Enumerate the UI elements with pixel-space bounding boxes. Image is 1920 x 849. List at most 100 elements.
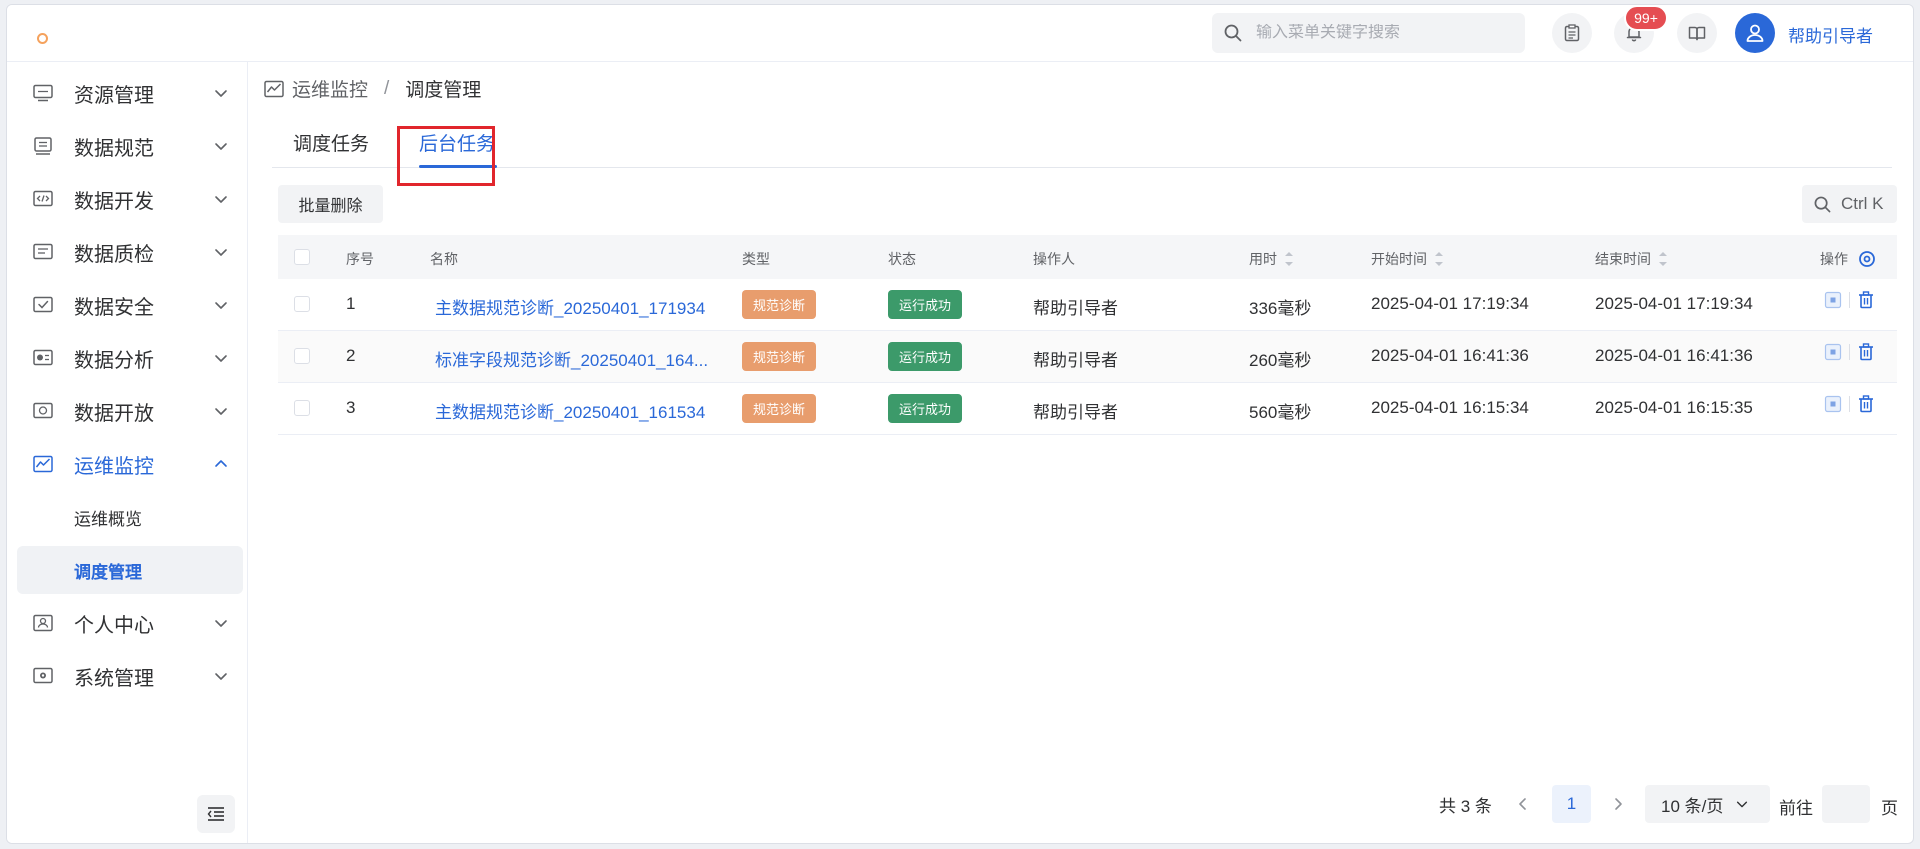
user-icon [1746, 24, 1764, 42]
batch-delete-button[interactable]: 批量删除 [278, 185, 383, 223]
chevron-down-icon [215, 302, 227, 309]
cell-start-time: 2025-04-01 16:41:36 [1371, 346, 1529, 365]
app-frame: 99+ 帮助引导者 资源管理 数据规范 数据开发 数据质检 [6, 4, 1914, 844]
cell-name-link[interactable]: 主数据规范诊断_20250401_171934 [435, 294, 705, 319]
status-badge: 运行成功 [888, 394, 963, 423]
menu-search[interactable] [1212, 13, 1525, 53]
tab-bar: 调度任务 后台任务 [272, 113, 1892, 168]
logo [37, 33, 48, 44]
row-checkbox[interactable] [294, 296, 310, 312]
sidebar-item-system[interactable]: 系统管理 [17, 652, 243, 700]
sidebar-item-monitor[interactable]: 运维监控 [17, 440, 243, 488]
chevron-down-icon [215, 673, 227, 680]
user-name[interactable]: 帮助引导者 [1788, 22, 1873, 47]
cell-start-time: 2025-04-01 17:19:34 [1371, 294, 1529, 313]
settings-icon[interactable] [1858, 250, 1876, 268]
sidebar-item-label: 数据质检 [74, 243, 154, 266]
row-checkbox[interactable] [294, 400, 310, 416]
collapse-sidebar-button[interactable] [197, 795, 235, 833]
quality-icon [33, 243, 53, 260]
row-checkbox[interactable] [294, 348, 310, 364]
cell-name-link[interactable]: 主数据规范诊断_20250401_161534 [435, 398, 705, 423]
search-icon [1224, 24, 1242, 42]
page-number[interactable]: 1 [1552, 785, 1591, 823]
table-header: 序号 名称 类型 状态 操作人 用时 开始时间 结束时间 操作 [278, 235, 1897, 279]
breadcrumb-parent[interactable]: 运维监控 [292, 75, 368, 102]
tab-schedule-task[interactable]: 调度任务 [293, 129, 369, 156]
delete-icon[interactable] [1857, 291, 1875, 309]
user-card-icon [33, 614, 53, 632]
cell-end-time: 2025-04-01 16:41:36 [1595, 346, 1753, 365]
analysis-icon [33, 349, 53, 366]
monitor-icon [264, 80, 284, 97]
status-badge: 运行成功 [888, 290, 963, 319]
view-icon[interactable] [1824, 343, 1842, 361]
next-page-icon[interactable] [1610, 794, 1626, 814]
clipboard-icon [1564, 24, 1580, 42]
chevron-down-icon [215, 249, 227, 256]
prev-page-icon[interactable] [1515, 794, 1531, 814]
select-all-checkbox[interactable] [294, 249, 310, 265]
chevron-down-icon [215, 620, 227, 627]
col-duration-label: 用时 [1249, 251, 1277, 267]
col-index: 序号 [346, 251, 374, 267]
col-end[interactable]: 结束时间 [1595, 249, 1667, 269]
table-row: 1 主数据规范诊断_20250401_171934 规范诊断 运行成功 帮助引导… [278, 279, 1897, 331]
sidebar-item-resource[interactable]: 资源管理 [17, 69, 243, 117]
sidebar-item-analysis[interactable]: 数据分析 [17, 334, 243, 382]
cell-index: 3 [346, 398, 356, 417]
sidebar-item-personal[interactable]: 个人中心 [17, 599, 243, 647]
sidebar-item-open[interactable]: 数据开放 [17, 387, 243, 435]
sort-icon[interactable] [1435, 252, 1443, 266]
chevron-down-icon [215, 90, 227, 97]
breadcrumb: 运维监控 / 调度管理 [264, 75, 481, 102]
type-tag: 规范诊断 [742, 394, 817, 423]
sort-icon[interactable] [1659, 252, 1667, 266]
cell-end-time: 2025-04-01 16:15:35 [1595, 398, 1753, 417]
standard-icon [34, 137, 52, 155]
sidebar-item-label: 数据开发 [74, 190, 154, 213]
sidebar-item-develop[interactable]: 数据开发 [17, 175, 243, 223]
sort-icon[interactable] [1285, 252, 1293, 266]
chevron-down-icon [215, 143, 227, 150]
chevron-down-icon [215, 196, 227, 203]
sidebar-subitem-schedule[interactable]: 调度管理 [17, 546, 243, 594]
main-content: 调度任务 后台任务 批量删除 Ctrl K 序号 名称 类型 状态 操作人 用时… [258, 113, 1899, 833]
cell-operator: 帮助引导者 [1033, 403, 1118, 422]
view-icon[interactable] [1824, 291, 1842, 309]
cell-index: 1 [346, 294, 356, 313]
breadcrumb-current: 调度管理 [405, 80, 482, 101]
delete-icon[interactable] [1857, 395, 1875, 413]
code-icon [33, 190, 53, 207]
task-button[interactable] [1552, 13, 1592, 53]
page-size-select[interactable]: 10 条/页 [1645, 785, 1770, 823]
cell-name-link[interactable]: 标准字段规范诊断_20250401_164... [435, 346, 708, 371]
col-status: 状态 [888, 251, 916, 267]
sidebar-item-security[interactable]: 数据安全 [17, 281, 243, 329]
monitor-icon [33, 455, 53, 473]
sidebar-item-label: 系统管理 [74, 667, 154, 690]
system-icon [33, 667, 53, 684]
goto-page-input[interactable] [1822, 785, 1870, 823]
page-size-value: 10 条/页 [1661, 796, 1724, 816]
row-actions [1824, 395, 1875, 413]
sidebar-item-standard[interactable]: 数据规范 [17, 122, 243, 170]
status-badge: 运行成功 [888, 342, 963, 371]
delete-icon[interactable] [1857, 343, 1875, 361]
search-input[interactable] [1256, 24, 1516, 42]
col-name: 名称 [430, 251, 458, 267]
col-start[interactable]: 开始时间 [1371, 249, 1443, 269]
table-search-button[interactable]: Ctrl K [1802, 185, 1897, 223]
table-row: 3 主数据规范诊断_20250401_161534 规范诊断 运行成功 帮助引导… [278, 383, 1897, 435]
cell-start-time: 2025-04-01 16:15:34 [1371, 398, 1529, 417]
breadcrumb-separator: / [384, 77, 390, 99]
cell-end-time: 2025-04-01 17:19:34 [1595, 294, 1753, 313]
col-duration[interactable]: 用时 [1249, 249, 1293, 269]
sidebar-item-quality[interactable]: 数据质检 [17, 228, 243, 276]
col-start-label: 开始时间 [1371, 251, 1427, 267]
avatar[interactable] [1735, 13, 1775, 53]
sidebar-subitem-overview[interactable]: 运维概览 [17, 493, 243, 541]
sidebar-item-label: 资源管理 [74, 84, 154, 107]
view-icon[interactable] [1824, 395, 1842, 413]
docs-button[interactable] [1677, 13, 1717, 53]
